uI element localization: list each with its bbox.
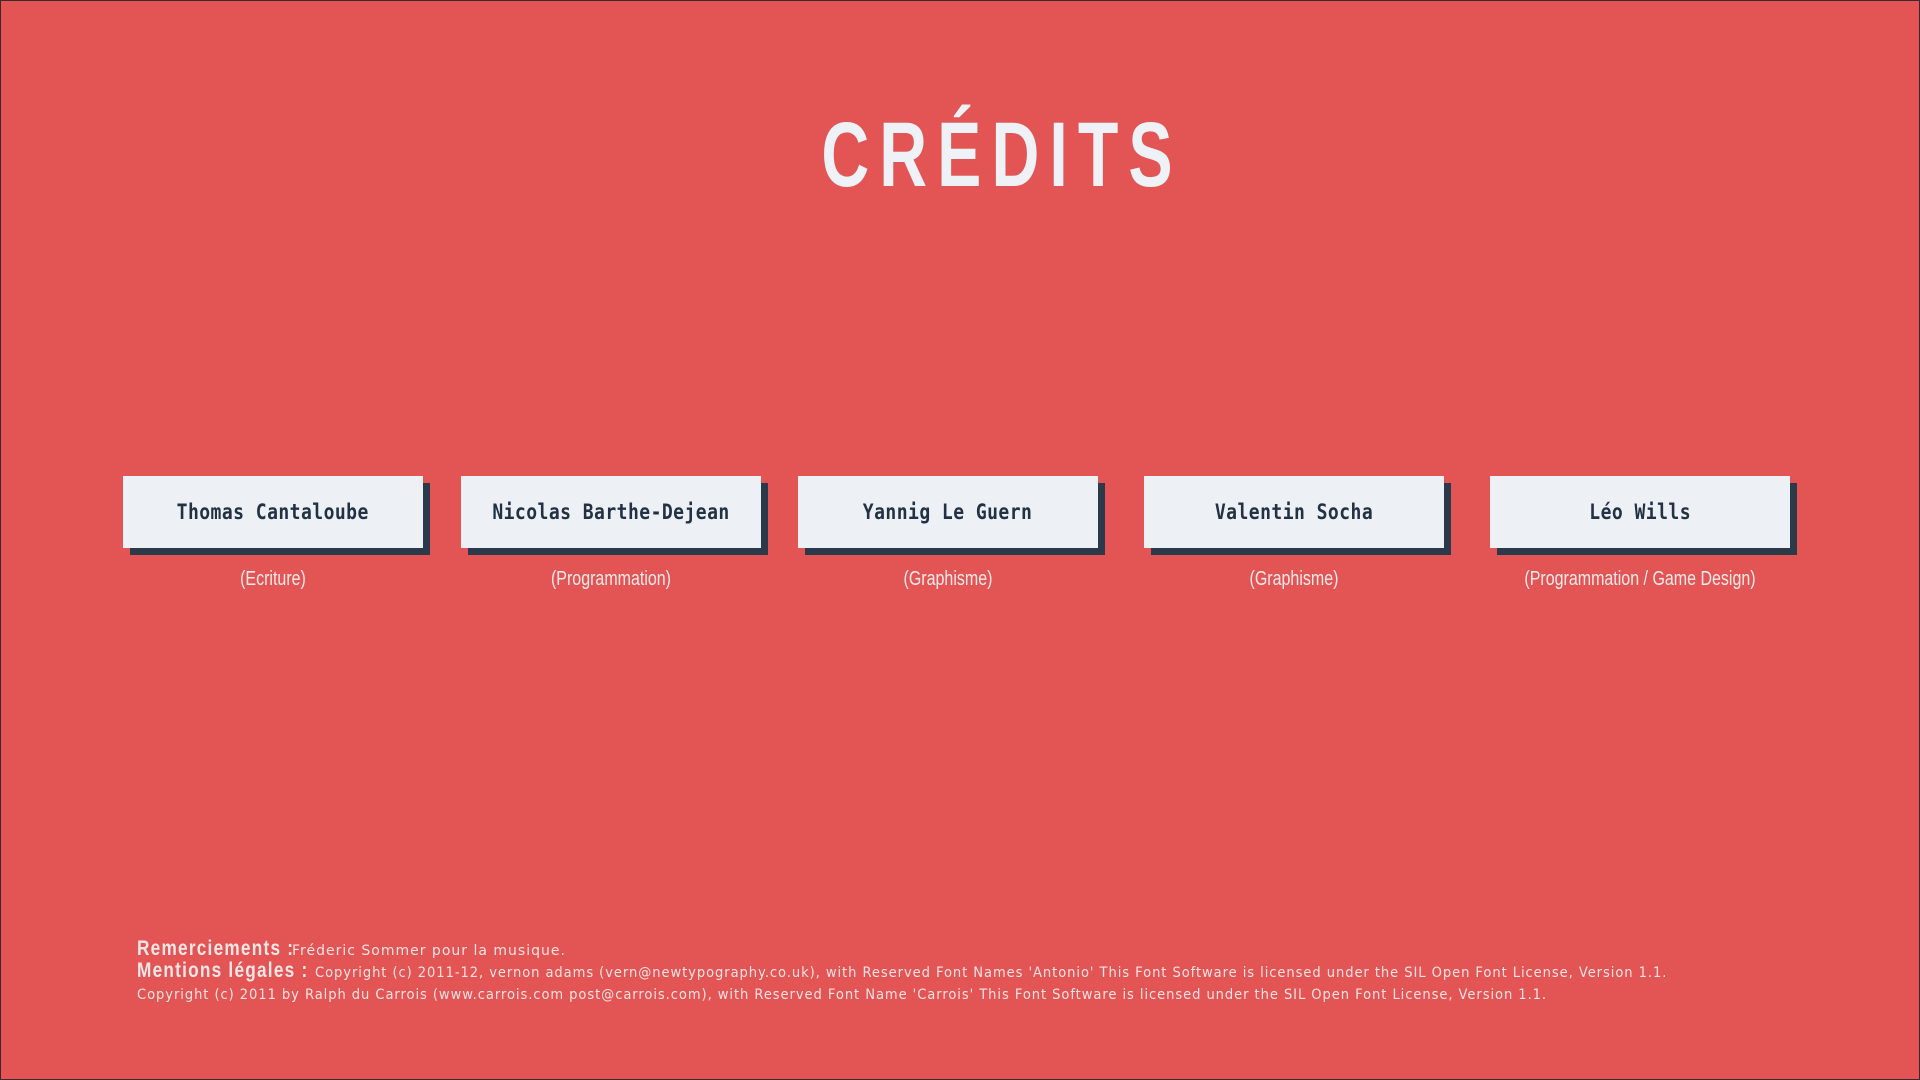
credit-role: (Programmation) — [550, 568, 672, 590]
legal-line-2: Copyright (c) 2011 by Ralph du Carrois (… — [137, 984, 1897, 1004]
page-title: CRÉDITS — [821, 104, 1183, 206]
credit-card-valentin-socha[interactable]: Valentin Socha — [1144, 476, 1444, 548]
thanks-text: Fréderic Sommer pour la musique. — [292, 943, 566, 959]
credit-entry: Yannig Le Guern (Graphisme) — [798, 476, 1098, 591]
thanks-line: Remerciements :Fréderic Sommer pour la m… — [137, 937, 1897, 962]
footer: Remerciements :Fréderic Sommer pour la m… — [137, 937, 1897, 1004]
credit-entry: Nicolas Barthe-Dejean (Programmation) — [461, 476, 761, 591]
credit-name: Léo Wills — [1589, 500, 1691, 524]
credit-card-yannig-le-guern[interactable]: Yannig Le Guern — [798, 476, 1098, 548]
credit-entry: Léo Wills (Programmation / Game Design) — [1490, 476, 1790, 591]
credit-name: Nicolas Barthe-Dejean — [492, 500, 730, 524]
credit-role: (Graphisme) — [903, 568, 993, 590]
credit-entry: Valentin Socha (Graphisme) — [1144, 476, 1444, 591]
credit-entry: Thomas Cantaloube (Ecriture) — [123, 476, 423, 591]
legal-text-antonio: Copyright (c) 2011-12, vernon adams (ver… — [315, 965, 1668, 981]
thanks-label: Remerciements : — [137, 937, 295, 960]
credit-role: (Programmation / Game Design) — [1524, 568, 1756, 590]
legal-line: Mentions légales : Copyright (c) 2011-12,… — [137, 959, 1897, 984]
credit-name: Valentin Socha — [1214, 500, 1374, 524]
credit-card-leo-wills[interactable]: Léo Wills — [1490, 476, 1790, 548]
credit-name: Thomas Cantaloube — [176, 500, 370, 524]
legal-text-carrois: Copyright (c) 2011 by Ralph du Carrois (… — [137, 987, 1548, 1003]
legal-label: Mentions légales : — [137, 959, 309, 982]
credit-role: (Graphisme) — [1249, 568, 1339, 590]
credit-card-nicolas-barthe-dejean[interactable]: Nicolas Barthe-Dejean — [461, 476, 761, 548]
credit-role: (Ecriture) — [240, 568, 306, 590]
credit-card-thomas-cantaloube[interactable]: Thomas Cantaloube — [123, 476, 423, 548]
credit-name: Yannig Le Guern — [863, 500, 1033, 524]
